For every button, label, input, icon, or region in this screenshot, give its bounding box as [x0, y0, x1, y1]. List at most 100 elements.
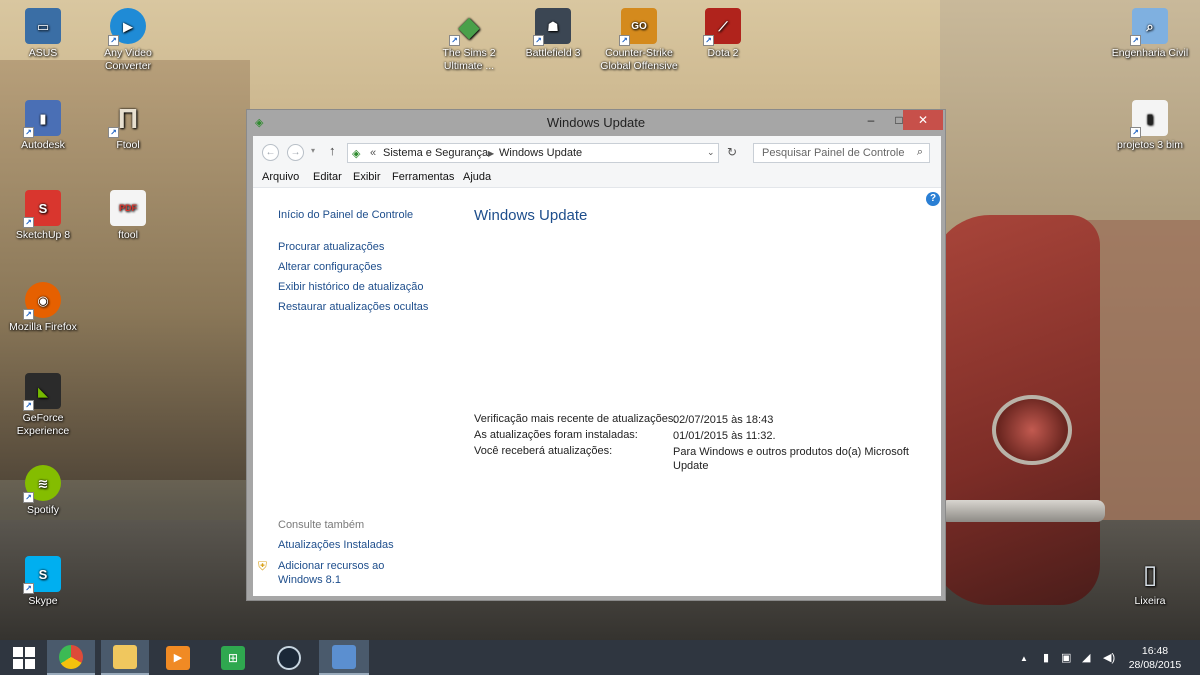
taskbar-steam[interactable]	[265, 640, 313, 675]
desktop-icon-spotify[interactable]: ≋ ↗ Spotify	[3, 465, 83, 517]
minimize-button[interactable]: –	[857, 110, 885, 130]
clock[interactable]: 16:48 28/08/2015	[1120, 644, 1190, 672]
last-check-label: Verificação mais recente de atualizações…	[474, 413, 677, 425]
sidebar-link-procurar[interactable]: Procurar atualizações	[278, 241, 384, 253]
spotify-icon: ≋ ↗	[23, 465, 61, 503]
menu-exibir[interactable]: Exibir	[353, 171, 381, 183]
show-hidden-icons-icon[interactable]: ▲	[1020, 654, 1028, 663]
back-button[interactable]: ←	[262, 144, 279, 161]
desktop-icon-geforce[interactable]: ◣ ↗ GeForce Experience	[3, 373, 83, 438]
address-bar[interactable]: ◈ « Sistema e Segurança ▶ Windows Update…	[347, 143, 719, 163]
sims-icon: ◆ ↗	[449, 8, 487, 46]
menu-ajuda[interactable]: Ajuda	[463, 171, 491, 183]
sidebar-link-alterar[interactable]: Alterar configurações	[278, 261, 382, 273]
desktop-icon-sims[interactable]: ◆ ↗ The Sims 2 Ultimate ...	[429, 8, 509, 73]
folder-icon	[113, 644, 137, 669]
desktop-icon-skype[interactable]: S ↗ Skype	[3, 556, 83, 608]
geforce-icon: ◣ ↗	[23, 373, 61, 411]
breadcrumb-windows-update[interactable]: Windows Update	[499, 147, 582, 159]
asus-icon: ▭	[25, 8, 61, 44]
sketchup-icon: S ↗	[23, 190, 61, 228]
see-also-add-features[interactable]: Adicionar recursos ao Windows 8.1	[278, 559, 398, 587]
title-bar[interactable]: ◈ Windows Update – □ ✕	[247, 110, 945, 136]
help-icon[interactable]: ?	[926, 192, 940, 206]
taskbar-chrome[interactable]	[47, 640, 95, 675]
recent-locations-icon[interactable]: ▾	[311, 146, 315, 155]
desktop-icon-engenharia-civil[interactable]: ⌕ ↗ Engenharia Civil	[1110, 8, 1190, 60]
taskbar-store[interactable]: ⊞	[209, 640, 257, 675]
volume-icon[interactable]: ◀)	[1103, 651, 1115, 664]
search-placeholder: Pesquisar Painel de Controle	[762, 147, 905, 159]
search-icon: ⌕	[916, 146, 923, 158]
desktop-icon-projetos[interactable]: ▮ ↗ projetos 3 bim	[1110, 100, 1190, 152]
taskbar: ▶ ⊞ ▲ ▮ ▣ ◢ ◀) 16:48 28/08/2015	[0, 640, 1200, 675]
recycle-bin-icon: ▯	[1142, 558, 1158, 589]
forward-button[interactable]: →	[287, 144, 304, 161]
refresh-button[interactable]: ↻	[727, 145, 737, 159]
desktop-icon-any-video-converter[interactable]: ▶ ↗ Any Video Converter	[88, 8, 168, 73]
firefox-icon: ◉ ↗	[23, 282, 61, 320]
window-title: Windows Update	[546, 115, 646, 130]
steam-icon	[277, 645, 301, 670]
address-dropdown-icon[interactable]: ⌄	[707, 147, 715, 158]
pdf-icon: PDF	[110, 190, 146, 226]
sidebar-link-restaurar[interactable]: Restaurar atualizações ocultas	[278, 301, 428, 313]
desktop-icon-autodesk[interactable]: ▮ ↗ Autodesk	[3, 100, 83, 152]
menu-arquivo[interactable]: Arquivo	[262, 171, 299, 183]
taskbar-file-explorer[interactable]	[101, 640, 149, 675]
skype-icon: S ↗	[23, 556, 61, 594]
search-input[interactable]: Pesquisar Painel de Controle ⌕	[753, 143, 930, 163]
desktop-icon-asus[interactable]: ▭ ASUS	[3, 8, 83, 60]
menu-bar: Arquivo Editar Exibir Ferramentas Ajuda	[253, 168, 941, 188]
breadcrumb-separator-icon[interactable]: ▶	[488, 149, 494, 158]
shield-icon: ⛨	[258, 559, 268, 573]
ftool-icon: Π ↗	[108, 100, 146, 138]
close-button[interactable]: ✕	[903, 110, 943, 130]
menu-ferramentas[interactable]: Ferramentas	[392, 171, 454, 183]
up-button[interactable]: ↑	[329, 143, 336, 158]
wallpaper-car-bumper	[940, 500, 1105, 522]
receive-updates-value: Para Windows e outros produtos do(a) Mic…	[673, 446, 909, 472]
autodesk-icon: ▮ ↗	[23, 100, 61, 138]
media-player-icon: ▶	[166, 645, 190, 670]
desktop-icon-csgo[interactable]: GO ↗ Counter-Strike Global Offensive	[599, 8, 679, 73]
installed-value: 01/01/2015 às 11:32.	[673, 430, 776, 442]
sidebar-home-link[interactable]: Início do Painel de Controle	[278, 209, 413, 221]
address-row: ← → ▾ ↑ ◈ « Sistema e Segurança ▶ Window…	[253, 136, 941, 168]
see-also-installed-updates[interactable]: Atualizações Instaladas	[278, 539, 394, 551]
desktop-icon-sketchup[interactable]: S ↗ SketchUp 8	[3, 190, 83, 242]
page-heading: Windows Update	[474, 207, 588, 224]
taskbar-control-panel[interactable]	[319, 640, 369, 675]
store-icon: ⊞	[221, 645, 245, 670]
desktop-icon-ftool[interactable]: Π ↗ Ftool	[88, 100, 168, 152]
wifi-icon[interactable]: ◢	[1082, 651, 1090, 664]
clock-time: 16:48	[1141, 645, 1169, 657]
sidebar-link-historico[interactable]: Exibir histórico de atualização	[278, 281, 424, 293]
dota-icon: ⟋ ↗	[703, 8, 741, 46]
windows-logo-icon	[13, 646, 35, 669]
wallpaper-car-lamp	[992, 395, 1072, 465]
folder-icon: ⌕ ↗	[1130, 8, 1168, 46]
control-panel-icon: ◈	[352, 148, 361, 160]
address-overflow[interactable]: «	[370, 147, 376, 159]
receive-updates-label: Você receberá atualizações:	[474, 445, 613, 457]
desktop-icon-dota[interactable]: ⟋ ↗ Dota 2	[683, 8, 763, 60]
network-error-icon[interactable]: ▣	[1061, 651, 1071, 664]
desktop-icon-battlefield[interactable]: ☗ ↗ Battlefield 3	[513, 8, 593, 60]
last-check-value: 02/07/2015 às 18:43	[673, 414, 774, 426]
clock-date: 28/08/2015	[1128, 659, 1182, 671]
menu-editar[interactable]: Editar	[313, 171, 342, 183]
desktop-icon-firefox[interactable]: ◉ ↗ Mozilla Firefox	[3, 282, 83, 334]
file-icon: ▮ ↗	[1130, 100, 1168, 138]
video-converter-icon: ▶ ↗	[108, 8, 146, 46]
desktop-icon-recycle-bin[interactable]: ▯ Lixeira	[1110, 556, 1190, 608]
breadcrumb-sistema-seguranca[interactable]: Sistema e Segurança	[383, 147, 488, 159]
desktop-icon-ftool-pdf[interactable]: PDF ftool	[88, 190, 168, 242]
taskbar-media-player[interactable]: ▶	[154, 640, 202, 675]
windows-update-window: ◈ Windows Update – □ ✕ ← → ▾ ↑ ◈ « Siste…	[246, 109, 946, 601]
start-button[interactable]	[0, 640, 48, 675]
battery-icon[interactable]: ▮	[1043, 651, 1049, 664]
see-also-title: Consulte também	[278, 519, 365, 531]
installed-label: As atualizações foram instaladas:	[474, 429, 638, 441]
chrome-icon	[59, 644, 83, 669]
